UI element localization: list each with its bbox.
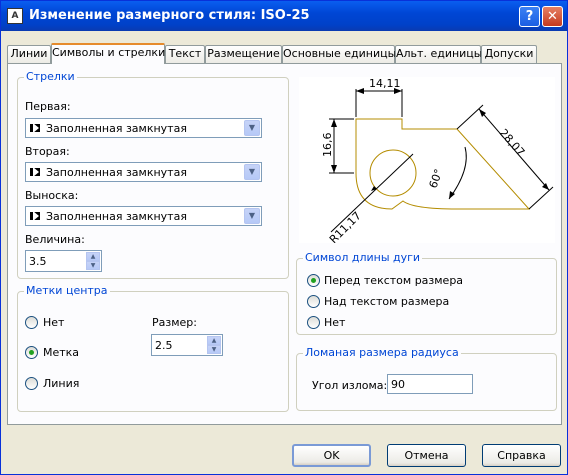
tab-lines[interactable]: Линии [7, 45, 51, 63]
arc-prefix-label: Перед текстом размера [324, 274, 464, 287]
app-icon: A [7, 8, 23, 24]
dim-left-text: 16,6 [321, 133, 334, 158]
arc-none-label: Нет [324, 316, 346, 329]
chevron-down-icon[interactable]: ▼ [244, 120, 260, 136]
center-marks-group: Метки центра Нет Метка Линия Размер: 2.5… [17, 284, 289, 412]
center-marks-title: Метки центра [24, 284, 110, 297]
help-icon[interactable]: ? [519, 6, 540, 27]
first-arrow-value: Заполненная замкнутая [46, 122, 187, 135]
arrow-swatch-icon [30, 167, 40, 177]
cancel-button[interactable]: Отмена [387, 444, 466, 467]
chevron-down-icon[interactable]: ▼ [244, 164, 260, 180]
tab-text[interactable]: Текст [165, 45, 205, 63]
close-icon[interactable]: ✕ [542, 6, 563, 27]
tab-symbols-arrows[interactable]: Символы и стрелки [51, 43, 165, 64]
arrow-swatch-icon [30, 211, 40, 221]
tab-alternate-units[interactable]: Альт. единицы [395, 45, 482, 63]
tab-fit[interactable]: Размещение [205, 45, 282, 63]
chevron-down-icon[interactable]: ▼ [244, 208, 260, 224]
tab-primary-units[interactable]: Основные единицы [282, 45, 396, 63]
dim-radius-text: R11,17 [327, 209, 364, 243]
arrowheads-group: Стрелки Первая: Заполненная замкнутая ▼ … [17, 70, 289, 279]
ext-line-right-top [456, 104, 484, 130]
jog-angle-value: 90 [391, 378, 405, 391]
leader-arrow-value: Заполненная замкнутая [46, 210, 187, 223]
arc-above-radio[interactable] [307, 295, 320, 308]
arc-prefix-radio[interactable] [307, 274, 320, 287]
angle-arc [448, 146, 467, 200]
leader-arrow-label: Выноска: [25, 189, 79, 202]
first-arrow-label: Первая: [25, 100, 71, 113]
dim-angle-text: 60° [427, 167, 446, 190]
center-line-radio[interactable] [25, 377, 38, 390]
title-bar[interactable]: A Изменение размерного стиля: ISO-25 ? ✕ [1, 1, 567, 31]
arrow-right-bottom [542, 183, 549, 190]
help-button[interactable]: Справка [482, 444, 561, 467]
arrow-size-value: 3.5 [29, 255, 47, 268]
arrow-size-spinner[interactable]: 3.5 ▲ ▼ [25, 250, 102, 272]
second-arrow-label: Вторая: [25, 145, 70, 158]
second-arrow-select[interactable]: Заполненная замкнутая ▼ [25, 162, 262, 182]
center-size-spinner[interactable]: 2.5 ▲ ▼ [151, 334, 223, 356]
center-size-label: Размер: [152, 316, 197, 329]
jog-angle-label: Угол излома: [312, 379, 388, 392]
center-line-label: Линия [43, 377, 80, 390]
center-mark-radio[interactable] [25, 346, 38, 359]
first-arrow-select[interactable]: Заполненная замкнутая ▼ [25, 118, 262, 138]
ext-line-right-bottom [528, 186, 554, 210]
spin-up-icon[interactable]: ▲ [207, 336, 221, 345]
arc-symbol-group: Символ длины дуги Перед текстом размера … [296, 251, 557, 335]
preview-area: 14,11 16,6 28,07 60° R11,17 [299, 77, 555, 246]
spin-up-icon[interactable]: ▲ [86, 252, 100, 261]
center-size-value: 2.5 [155, 339, 173, 352]
arc-above-label: Над текстом размера [324, 295, 450, 308]
dim-top-text: 14,11 [369, 77, 401, 90]
dialog-window: A Изменение размерного стиля: ISO-25 ? ✕… [0, 0, 568, 475]
arc-none-radio[interactable] [307, 316, 320, 329]
arrow-left-bottom [331, 165, 337, 173]
center-none-radio[interactable] [25, 316, 38, 329]
window-title: Изменение размерного стиля: ISO-25 [29, 8, 310, 23]
center-mark-label: Метка [43, 346, 80, 359]
arc-symbol-title: Символ длины дуги [303, 251, 423, 264]
arrow-radius [371, 186, 377, 191]
arrow-swatch-icon [30, 123, 40, 133]
second-arrow-value: Заполненная замкнутая [46, 166, 187, 179]
arrowheads-title: Стрелки [24, 70, 77, 83]
spin-down-icon[interactable]: ▼ [86, 261, 100, 270]
tab-tolerances[interactable]: Допуски [481, 45, 537, 63]
arrow-size-label: Величина: [25, 233, 85, 246]
jog-angle-input[interactable]: 90 [387, 374, 473, 394]
radius-jog-group: Ломаная размера радиуса Угол излома: 90 [296, 346, 557, 411]
ok-button[interactable]: OK [292, 444, 371, 467]
arrow-left-top [331, 119, 337, 127]
spin-down-icon[interactable]: ▼ [207, 345, 221, 354]
arrow-top-left [356, 88, 364, 94]
radius-jog-title: Ломаная размера радиуса [303, 346, 461, 359]
dimension-preview-svg: 14,11 16,6 28,07 60° R11,17 [321, 77, 554, 246]
center-none-label: Нет [43, 316, 65, 329]
leader-arrow-select[interactable]: Заполненная замкнутая ▼ [25, 206, 262, 226]
dim-right-text: 28,07 [497, 126, 527, 158]
